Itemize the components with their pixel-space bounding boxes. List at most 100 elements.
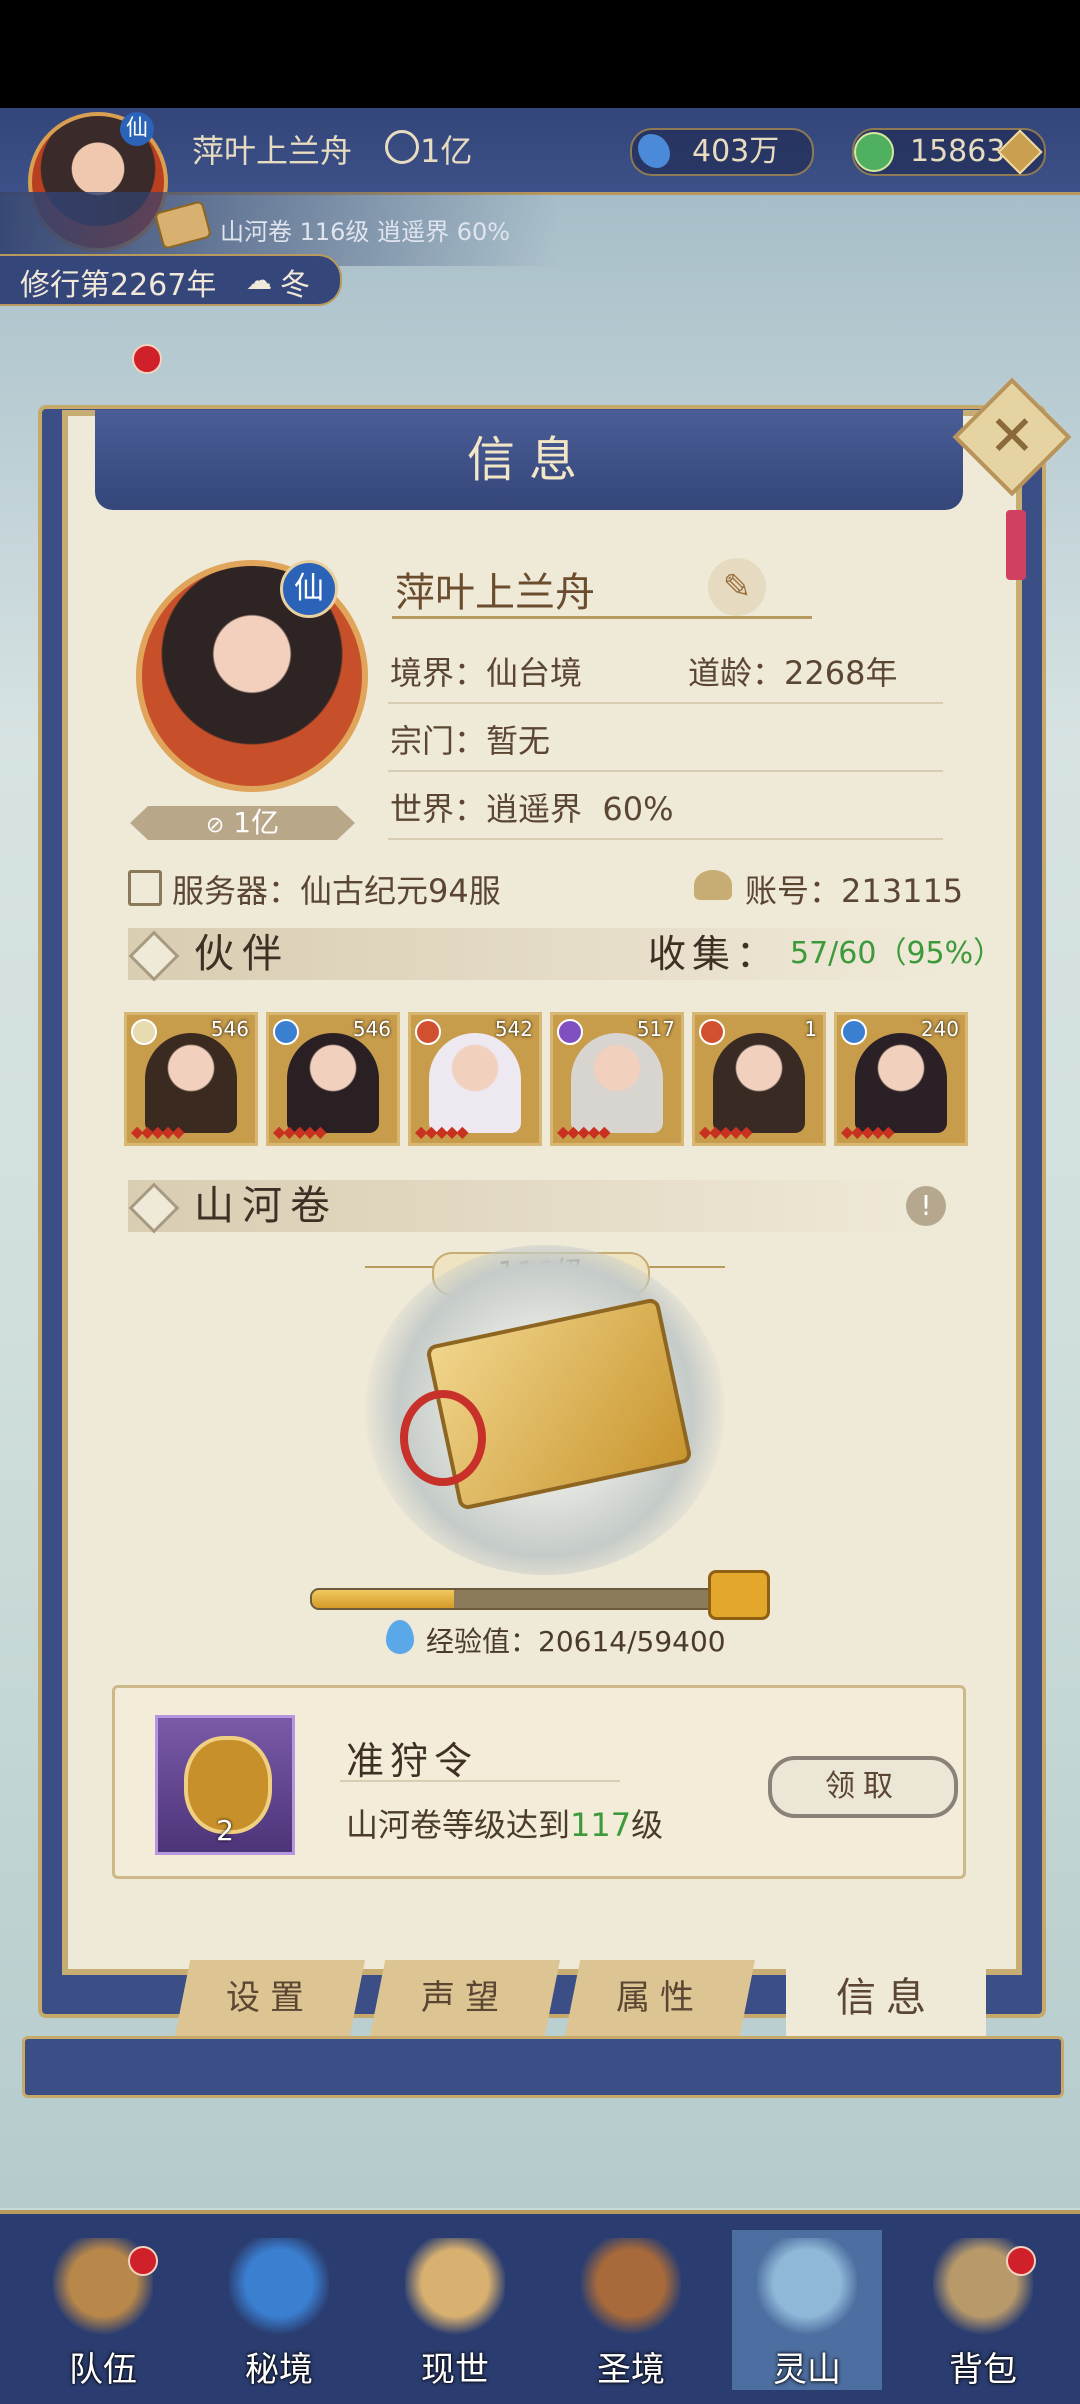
star-rating-icon: ◆◆◆◆◆ — [415, 1122, 469, 1141]
nav-item[interactable]: 圣境 — [556, 2230, 706, 2390]
currency2-pill[interactable]: 15863 — [852, 128, 1046, 176]
server-icon — [128, 870, 162, 906]
partner-level: 542 — [494, 1017, 533, 1041]
nav-label: 现世 — [421, 2350, 489, 2390]
partners-title: 伙伴 — [194, 931, 290, 977]
account-label: 账号：213115 — [745, 872, 964, 910]
star-rating-icon: ◆◆◆◆◆ — [841, 1122, 895, 1141]
partner-card[interactable]: 546 ◆◆◆◆◆ — [124, 1012, 258, 1146]
cloud-icon: ☁ — [246, 266, 272, 296]
exp-fill — [312, 1590, 455, 1608]
scroll-section-header: 山河卷 — [128, 1180, 948, 1234]
partner-card[interactable]: 546 ◆◆◆◆◆ — [266, 1012, 400, 1146]
element-icon — [557, 1019, 583, 1045]
hunting-token-icon[interactable]: 2 — [155, 1715, 295, 1855]
currency1-pill[interactable]: 403万 — [630, 128, 814, 176]
collect-label: 收集： — [648, 932, 781, 976]
element-icon — [841, 1019, 867, 1045]
reward-title-underline — [340, 1780, 620, 1782]
currency2-value: 15863 — [910, 134, 1006, 169]
diamond-icon — [128, 1182, 180, 1234]
exp-label: 经验值：20614/59400 — [426, 1625, 726, 1658]
reward-desc: 山河卷等级达到117级 — [346, 1800, 663, 1846]
account-icon — [694, 870, 732, 900]
status-bar — [0, 0, 1080, 108]
star-rating-icon: ◆◆◆◆◆ — [273, 1122, 327, 1141]
claim-button[interactable]: 领取 — [768, 1756, 958, 1818]
world-scroll-icon — [405, 2238, 505, 2338]
power-icon — [385, 130, 419, 164]
world-percent: 60% — [602, 790, 674, 828]
world-name: 世界：逍遥界 — [390, 790, 583, 828]
secret-realm-icon — [229, 2238, 329, 2338]
nav-label: 队伍 — [69, 2350, 137, 2390]
power-tag-icon: ⊘ — [205, 813, 225, 838]
partner-portrait — [429, 1033, 521, 1133]
season-text: 冬 — [280, 268, 310, 303]
nav-item[interactable]: 背包 — [908, 2230, 1058, 2390]
spirit-mountain-icon — [757, 2238, 857, 2338]
currency1-value: 403万 — [692, 134, 780, 169]
partner-card[interactable]: 517 ◆◆◆◆◆ — [550, 1012, 684, 1146]
tab-reputation[interactable]: 声望 — [370, 1960, 560, 2036]
element-icon — [699, 1019, 725, 1045]
panel-base-bar — [22, 2036, 1064, 2098]
element-icon — [273, 1019, 299, 1045]
avatar-badge: 仙 — [120, 112, 154, 146]
partner-portrait — [855, 1033, 947, 1133]
partner-level: 546 — [352, 1017, 391, 1041]
tab-settings[interactable]: 设置 — [175, 1960, 365, 2036]
tab-attributes[interactable]: 属性 — [565, 1960, 755, 2036]
rename-brush-button[interactable]: ✎ — [708, 558, 766, 616]
progress-subline: 山河卷 116级 逍遥界 60% — [220, 218, 511, 246]
notification-dot — [128, 2246, 158, 2276]
tab-info[interactable]: 信息 — [786, 1960, 986, 2036]
partner-level: 546 — [210, 1017, 249, 1041]
nav-item[interactable]: 灵山 — [732, 2230, 882, 2390]
nav-item[interactable]: 现世 — [380, 2230, 530, 2390]
close-tassel — [1006, 510, 1026, 580]
star-rating-icon: ◆◆◆◆◆ — [699, 1122, 753, 1141]
partner-portrait — [713, 1033, 805, 1133]
scroll-tassel — [400, 1390, 486, 1486]
partner-card[interactable]: 542 ◆◆◆◆◆ — [408, 1012, 542, 1146]
nav-label: 圣境 — [597, 2350, 665, 2390]
reward-desc-a: 山河卷等级达到 — [346, 1806, 571, 1844]
info-tip-button[interactable]: ! — [906, 1186, 946, 1226]
element-icon — [131, 1019, 157, 1045]
year-bar: 修行第2267年 ☁ 冬 — [0, 254, 342, 306]
nav-label: 秘境 — [245, 2350, 313, 2390]
notification-dot — [132, 344, 162, 374]
brush-icon: ✎ — [722, 567, 752, 607]
spirit-stone-icon — [638, 134, 670, 168]
partner-card[interactable]: 1 ◆◆◆◆◆ — [692, 1012, 826, 1146]
partner-portrait — [287, 1033, 379, 1133]
jade-coin-icon — [854, 132, 894, 172]
reward-count: 2 — [216, 1814, 234, 1847]
immortal-badge: 仙 — [280, 560, 338, 618]
partner-portrait — [145, 1033, 237, 1133]
treasure-chest-icon[interactable] — [708, 1570, 770, 1620]
diamond-icon — [128, 930, 180, 982]
server-label: 服务器：仙古纪元94服 — [172, 872, 501, 910]
realm-label: 境界：仙台境 — [390, 654, 583, 692]
holy-palace-icon — [581, 2238, 681, 2338]
partner-level: 1 — [804, 1017, 817, 1041]
nav-label: 背包 — [949, 2350, 1017, 2390]
year-text: 修行第2267年 — [20, 268, 217, 303]
partner-level: 240 — [920, 1017, 959, 1041]
partner-card[interactable]: 240 ◆◆◆◆◆ — [834, 1012, 968, 1146]
close-icon: ✕ — [988, 404, 1036, 469]
power-tag-value: 1亿 — [233, 806, 280, 839]
player-name: 萍叶上兰舟 — [192, 132, 353, 170]
panel-title: 信息 — [95, 410, 963, 510]
nav-label: 灵山 — [773, 2350, 841, 2390]
exclamation-icon: ! — [920, 1189, 932, 1222]
reward-desc-level: 117 — [570, 1806, 632, 1844]
player-power: 1亿 — [420, 132, 473, 170]
power-tag: ⊘ 1亿 — [130, 806, 355, 840]
partner-level: 517 — [636, 1017, 675, 1041]
nav-item[interactable]: 秘境 — [204, 2230, 354, 2390]
reward-title: 准狩令 — [346, 1739, 479, 1783]
scroll-title: 山河卷 — [194, 1183, 338, 1229]
